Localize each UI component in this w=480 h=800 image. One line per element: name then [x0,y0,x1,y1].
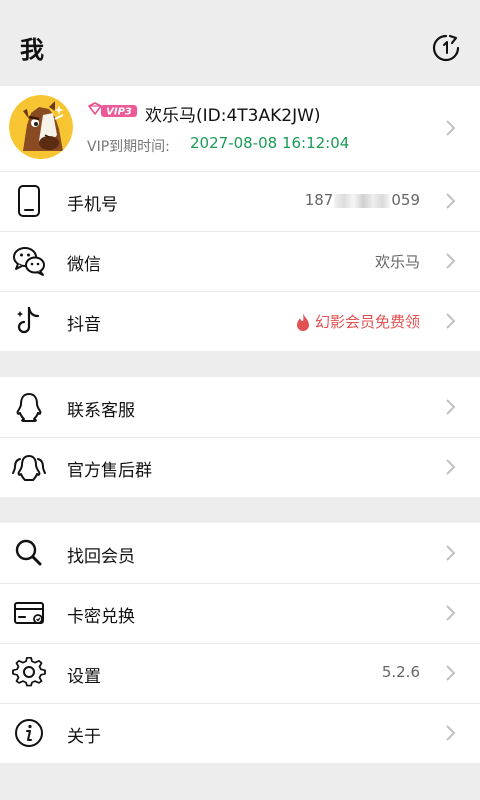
qq-icon [16,393,42,422]
recover-membership-label: 找回会员 [67,547,135,567]
flame-icon [296,312,309,331]
divider [0,583,480,584]
wechat-icon [13,247,45,276]
row-phone[interactable]: 手机号 187 059 [0,171,480,231]
masked-digits [334,193,391,208]
row-about[interactable]: 关于 [0,703,480,763]
refresh-icon[interactable] [430,32,462,64]
svg-text:VIP3: VIP3 [106,107,132,118]
phone-icon [18,185,40,217]
divider [0,643,480,644]
row-douyin[interactable]: 抖音 幻影会员免费领 [0,291,480,351]
chevron-right-icon [443,119,457,137]
row-card-redeem[interactable]: 卡密兑换 [0,583,480,643]
chevron-right-icon [443,724,457,742]
divider [0,171,480,172]
chevron-right-icon [443,664,457,682]
chevron-right-icon [443,458,457,476]
row-wechat[interactable]: 微信 欢乐马 [0,231,480,291]
wechat-value: 欢乐马 [374,253,420,271]
row-settings[interactable]: 设置 5.2.6 [0,643,480,703]
chevron-right-icon [443,604,457,622]
douyin-promo[interactable]: 幻影会员免费领 [295,311,420,332]
chevron-right-icon [443,312,457,330]
search-icon [15,539,42,566]
card-redeem-label: 卡密兑换 [67,607,135,627]
page-title: 我 [20,36,44,64]
row-official-group[interactable]: 官方售后群 [0,437,480,497]
customer-service-label: 联系客服 [67,401,135,421]
row-customer-service[interactable]: 联系客服 [0,377,480,437]
card-icon [14,602,44,624]
profile-card[interactable] [0,86,480,171]
qq-group-icon [12,455,46,481]
app-version: 5.2.6 [381,663,420,681]
about-label: 关于 [67,727,101,747]
phone-value: 187 059 [304,191,420,209]
horse-avatar-icon [9,95,73,159]
row-recover-membership[interactable]: 找回会员 [0,523,480,583]
vip-expire-label: VIP到期时间: [87,139,170,155]
settings-label: 设置 [67,667,101,687]
chevron-right-icon [443,252,457,270]
nickname: 欢乐马(ID:4T3AK2JW) [145,106,321,126]
chevron-right-icon [443,544,457,562]
info-icon [15,719,43,747]
official-group-label: 官方售后群 [67,461,152,481]
gear-icon [12,657,46,687]
douyin-value: 幻影会员免费领 [314,313,420,331]
divider [0,437,480,438]
chevron-right-icon [443,398,457,416]
divider [0,703,480,704]
douyin-label: 抖音 [67,315,101,335]
vip-expire-date: 2027-08-08 16:12:04 [190,134,350,152]
header-bar: 我 [0,0,480,86]
avatar[interactable] [9,95,73,159]
phone-label: 手机号 [67,195,118,215]
chevron-right-icon [443,192,457,210]
divider [0,291,480,292]
divider [0,231,480,232]
wechat-label: 微信 [67,255,101,275]
vip-badge: VIP3 [88,102,137,118]
douyin-icon [17,306,40,334]
